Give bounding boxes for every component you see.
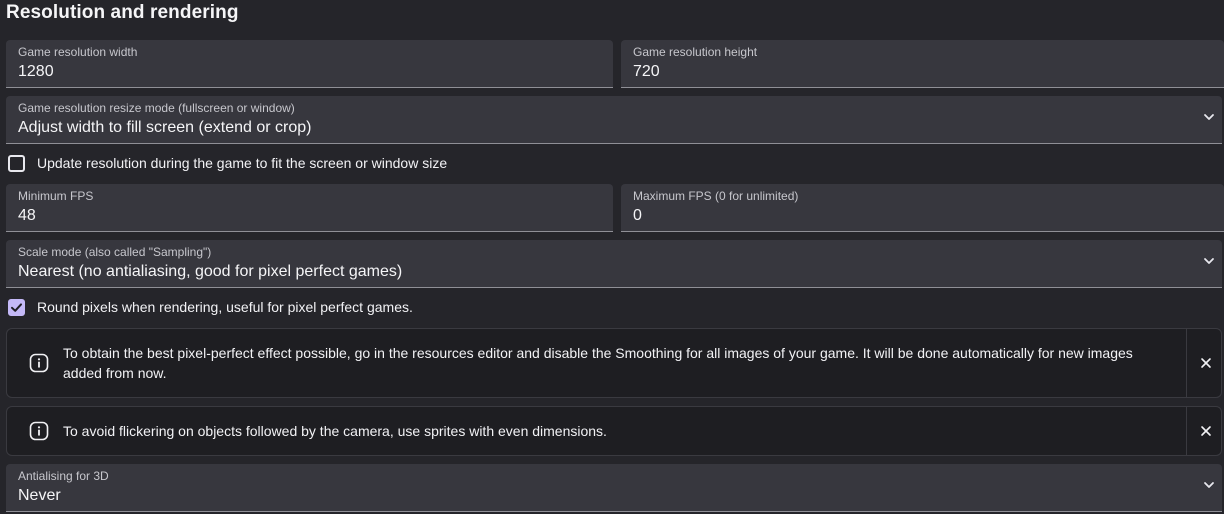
resolution-settings-panel: Resolution and rendering Game resolution… [0, 0, 1224, 514]
antialiasing-3d-label: Antialising for 3D [18, 469, 109, 483]
min-fps-input[interactable]: 48 [18, 207, 36, 225]
info-icon [29, 353, 49, 373]
checkmark-icon [11, 302, 22, 312]
chevron-down-icon [1204, 258, 1214, 264]
flickering-info-text: To avoid flickering on objects followed … [63, 423, 607, 439]
resize-mode-select[interactable]: Game resolution resize mode (fullscreen … [6, 96, 1222, 144]
resize-mode-value: Adjust width to fill screen (extend or c… [18, 119, 312, 136]
round-pixels-label: Round pixels when rendering, useful for … [37, 299, 413, 315]
resolution-height-label: Game resolution height [633, 45, 758, 59]
chevron-down-icon [1204, 482, 1214, 488]
flickering-info-alert: To avoid flickering on objects followed … [6, 406, 1222, 456]
round-pixels-checkbox-row[interactable]: Round pixels when rendering, useful for … [8, 297, 413, 317]
update-resolution-checkbox-row[interactable]: Update resolution during the game to fit… [8, 153, 447, 173]
resolution-width-field[interactable]: Game resolution width 1280 [6, 40, 613, 88]
min-fps-label: Minimum FPS [18, 189, 94, 203]
scale-mode-value: Nearest (no antialiasing, good for pixel… [18, 263, 403, 280]
scale-mode-select[interactable]: Scale mode (also called "Sampling") Near… [6, 240, 1222, 288]
max-fps-field[interactable]: Maximum FPS (0 for unlimited) 0 [621, 184, 1224, 232]
antialiasing-3d-select[interactable]: Antialising for 3D Never [6, 464, 1222, 512]
close-icon[interactable] [1200, 357, 1212, 369]
alert-divider [1186, 407, 1187, 455]
alert-divider [1186, 329, 1187, 397]
close-icon[interactable] [1200, 425, 1212, 437]
resolution-height-input[interactable]: 720 [633, 63, 660, 81]
update-resolution-label: Update resolution during the game to fit… [37, 155, 448, 171]
resolution-width-label: Game resolution width [18, 45, 138, 59]
max-fps-input[interactable]: 0 [633, 207, 642, 225]
scale-mode-label: Scale mode (also called "Sampling") [18, 245, 212, 259]
round-pixels-checkbox[interactable] [8, 298, 25, 316]
resize-mode-label: Game resolution resize mode (fullscreen … [18, 101, 295, 115]
pixel-perfect-info-alert: To obtain the best pixel-perfect effect … [6, 328, 1222, 398]
antialiasing-3d-value: Never [18, 487, 61, 504]
max-fps-label: Maximum FPS (0 for unlimited) [633, 189, 799, 203]
resolution-width-input[interactable]: 1280 [18, 63, 54, 81]
pixel-perfect-info-text: To obtain the best pixel-perfect effect … [63, 345, 1133, 381]
info-icon [29, 421, 49, 441]
resolution-height-field[interactable]: Game resolution height 720 [621, 40, 1224, 88]
min-fps-field[interactable]: Minimum FPS 48 [6, 184, 613, 232]
update-resolution-checkbox[interactable] [8, 154, 25, 172]
section-title: Resolution and rendering [6, 2, 239, 23]
chevron-down-icon [1204, 114, 1214, 120]
